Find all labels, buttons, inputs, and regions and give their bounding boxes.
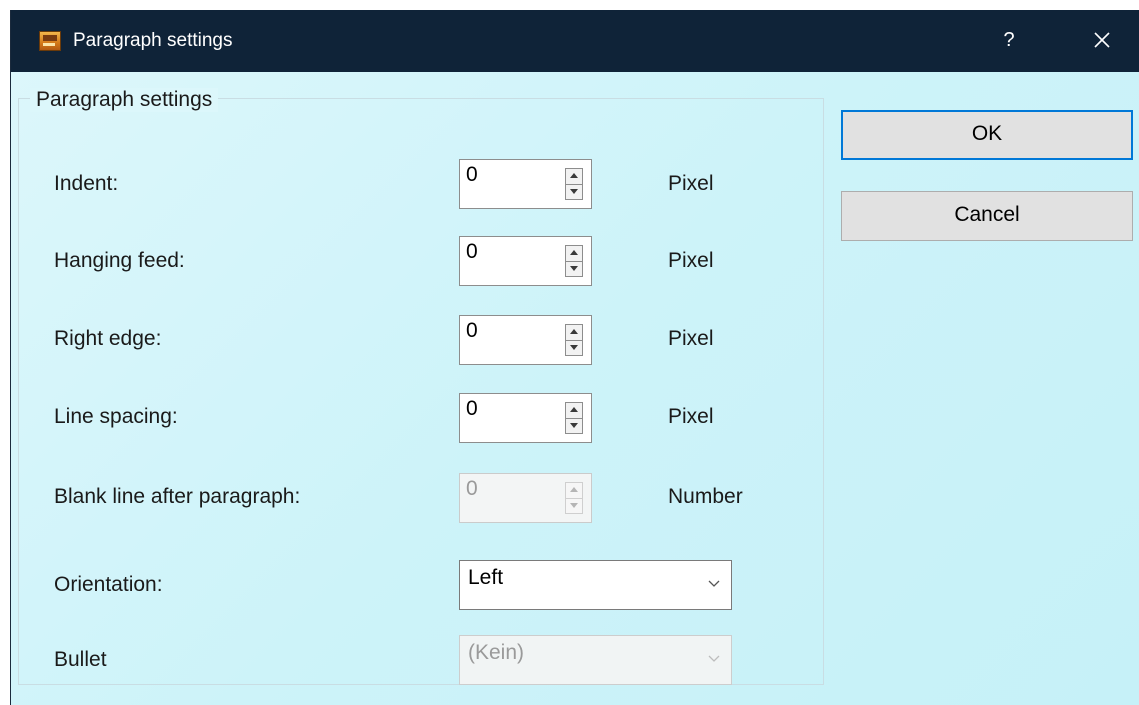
indent-spin-buttons[interactable] [565,168,583,200]
blank-line-unit: Number [668,485,743,508]
cancel-button[interactable]: Cancel [841,191,1133,241]
spin-up-icon[interactable] [566,169,582,185]
ok-button[interactable]: OK [841,110,1133,160]
spin-down-icon[interactable] [566,418,582,433]
hanging-feed-spinner[interactable]: 0 [459,236,592,286]
bullet-select: (Kein) [459,635,732,685]
group-label: Paragraph settings [30,88,219,112]
indent-spinner[interactable]: 0 [459,159,592,209]
line-spacing-label: Line spacing: [54,405,178,428]
spin-down-icon[interactable] [566,340,582,355]
orientation-value[interactable]: Left [468,566,503,590]
blank-line-value: 0 [466,477,478,500]
spin-down-icon[interactable] [566,261,582,276]
spin-up-icon[interactable] [566,246,582,262]
right-edge-unit: Pixel [668,327,714,350]
chevron-down-icon [707,654,721,664]
spin-up-icon[interactable] [566,325,582,341]
spin-up-icon [566,483,582,499]
hanging-feed-spin-buttons[interactable] [565,245,583,277]
spin-up-icon[interactable] [566,403,582,419]
line-spacing-value[interactable]: 0 [466,397,478,421]
blank-line-label: Blank line after paragraph: [54,485,301,508]
indent-label: Indent: [54,172,119,195]
blank-line-spin-buttons [565,482,583,514]
right-edge-spin-buttons[interactable] [565,324,583,356]
bullet-value: (Kein) [468,641,525,664]
spin-down-icon [566,498,582,513]
help-button[interactable]: ? [994,24,1024,56]
blank-line-spinner: 0 [459,473,592,523]
indent-unit: Pixel [668,172,714,195]
close-button[interactable] [1085,24,1119,56]
app-icon [39,31,61,51]
window-title: Paragraph settings [73,30,233,51]
hanging-feed-label: Hanging feed: [54,249,185,272]
orientation-select[interactable]: Left [459,560,732,610]
title-bar: Paragraph settings ? [11,10,1139,72]
close-icon [1094,32,1110,48]
hanging-feed-unit: Pixel [668,249,714,272]
right-edge-label: Right edge: [54,327,162,350]
chevron-down-icon[interactable] [707,579,721,589]
line-spacing-spinner[interactable]: 0 [459,393,592,443]
orientation-label: Orientation: [54,573,163,596]
hanging-feed-value[interactable]: 0 [466,240,478,264]
bullet-label: Bullet [54,648,107,671]
line-spacing-spin-buttons[interactable] [565,402,583,434]
right-edge-value[interactable]: 0 [466,319,478,343]
line-spacing-unit: Pixel [668,405,714,428]
right-edge-spinner[interactable]: 0 [459,315,592,365]
spin-down-icon[interactable] [566,184,582,199]
indent-value[interactable]: 0 [466,163,478,187]
